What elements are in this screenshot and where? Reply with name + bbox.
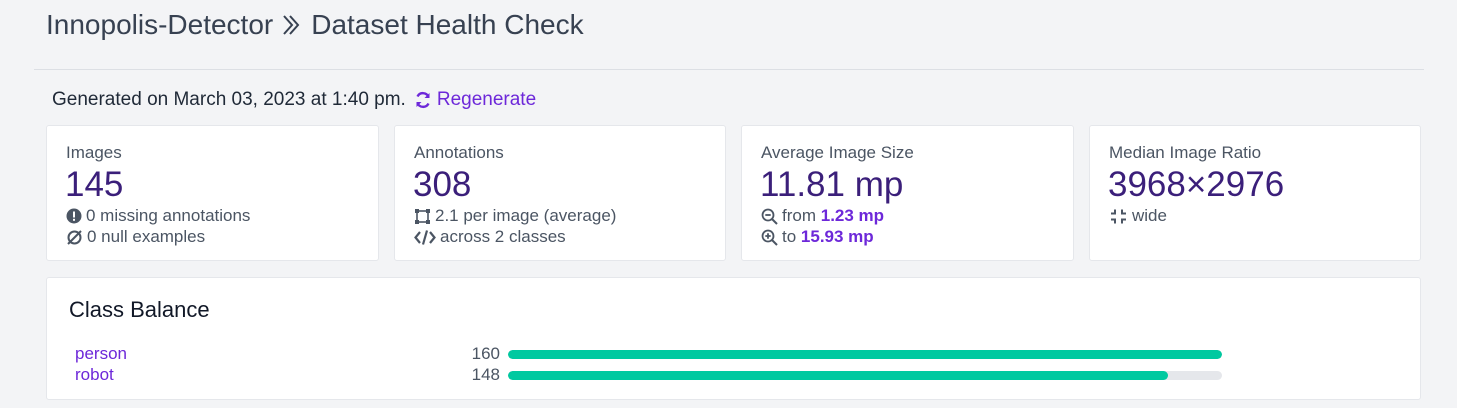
zoom-in-icon [761,229,778,246]
regenerate-label: Regenerate [436,89,537,110]
median-ratio-label: Median Image Ratio [1109,143,1262,162]
average-size-card: Average Image Size 11.81 mp from 1.23 mp… [741,125,1074,261]
images-count: 145 [65,165,124,204]
refresh-icon [416,91,430,109]
class-count-person: 160 [471,344,500,363]
project-name[interactable]: Innopolis-Detector [46,9,273,41]
compress-icon [1111,209,1126,223]
classes-text: across 2 classes [440,227,566,246]
class-row: robot 148 [47,365,1420,386]
images-card: Images 145 0 missing annotations 0 null … [46,125,379,261]
zoom-out-icon [761,208,778,225]
generated-timestamp: Generated on March 03, 2023 at 1:40 pm. [52,89,406,110]
median-ratio-value: 3968×2976 [1108,165,1285,204]
class-bar-robot [508,371,1169,380]
double-chevron-right-icon [279,12,305,38]
missing-annotations-text: 0 missing annotations [86,206,251,225]
class-count-robot: 148 [471,365,500,384]
class-name-person[interactable]: person [75,344,127,364]
page-title: Dataset Health Check [311,9,584,40]
null-examples: 0 null examples [66,227,205,247]
annotations-card: Annotations 308 2.1 per image (average) … [394,125,726,261]
header-divider [34,69,1424,70]
average-size-label: Average Image Size [761,143,914,162]
annotations-classes: across 2 classes [414,227,566,247]
size-max-prefix: to [782,227,797,246]
empty-set-icon [67,229,82,245]
size-min-prefix: from [782,206,816,225]
class-balance-panel: Class Balance person 160 robot 148 [46,277,1421,400]
ratio-shape-text: wide [1132,206,1167,225]
regenerate-button[interactable]: Regenerate [413,89,536,111]
bounding-box-icon [415,208,430,224]
annotations-per-image: 2.1 per image (average) [414,206,616,226]
average-size-value: 11.81 mp [760,165,904,204]
class-balance-title: Class Balance [69,297,210,322]
generated-info: Generated on March 03, 2023 at 1:40 pm. … [52,89,536,111]
size-max: to 15.93 mp [761,227,874,247]
null-examples-text: 0 null examples [87,227,206,246]
page-header: Innopolis-Detector Dataset Health Check [46,6,584,44]
missing-annotations: 0 missing annotations [66,206,250,226]
ratio-shape: wide [1109,206,1167,226]
median-ratio-card: Median Image Ratio 3968×2976 wide [1089,125,1421,261]
class-bar-track [508,350,1222,359]
size-min-value: 1.23 mp [820,206,885,225]
code-icon [414,229,436,245]
annotations-count: 308 [413,165,472,204]
exclamation-circle-icon [66,208,82,224]
class-name-robot[interactable]: robot [75,365,114,385]
class-bar-track [508,371,1222,380]
class-bar-person [508,350,1222,359]
per-image-text: 2.1 per image (average) [435,206,617,225]
class-row: person 160 [47,344,1420,365]
size-max-value: 15.93 mp [800,227,874,246]
size-min: from 1.23 mp [761,206,884,226]
annotations-label: Annotations [414,143,504,162]
images-label: Images [66,143,122,162]
